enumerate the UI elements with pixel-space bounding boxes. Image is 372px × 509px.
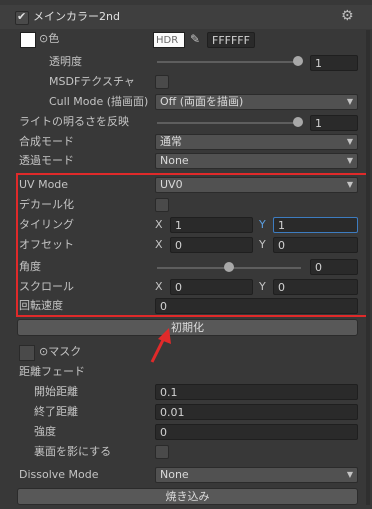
chevron-down-icon: ▼ <box>346 180 353 189</box>
light-slider-handle[interactable] <box>293 117 303 127</box>
scroll-x-label: X <box>155 280 163 293</box>
tiling-y-label: Y <box>259 218 266 231</box>
light-slider-track[interactable] <box>157 122 298 124</box>
rotation-label: 回転速度 <box>19 299 63 312</box>
uv-mode-dropdown[interactable]: UV0 ▼ <box>155 177 358 193</box>
scroll-y-field[interactable]: 0 <box>273 279 358 295</box>
opacity-label: 透明度 <box>49 55 82 68</box>
strength-field[interactable]: 0 <box>155 424 358 440</box>
backface-label: 裏面を影にする <box>34 445 112 458</box>
msdf-label: MSDFテクスチャ <box>49 75 135 88</box>
scroll-y-label: Y <box>259 280 266 293</box>
distance-fade-label: 距離フェード <box>19 365 85 378</box>
mask-texture-icon[interactable] <box>19 345 35 361</box>
opacity-slider-track[interactable] <box>157 61 298 63</box>
gear-icon[interactable]: ⚙ <box>341 8 354 24</box>
offset-x-label: X <box>155 238 163 251</box>
dissolve-mode-value: None <box>160 468 189 481</box>
cull-mode-value: Off (両面を描画) <box>160 95 244 108</box>
color-label: ⊙色 <box>39 32 60 45</box>
main-color-2nd-toggle[interactable] <box>15 10 29 25</box>
chevron-down-icon: ▼ <box>346 137 353 146</box>
angle-label: 角度 <box>19 260 41 273</box>
scroll-label: スクロール <box>19 280 74 293</box>
opacity-slider-handle[interactable] <box>293 56 303 66</box>
transparent-mode-value: None <box>160 154 189 167</box>
bake-button[interactable]: 焼き込み <box>17 488 358 505</box>
decal-label: デカール化 <box>19 198 74 211</box>
arrow-annotation-icon <box>150 328 171 363</box>
offset-x-field[interactable]: 0 <box>170 237 253 253</box>
offset-y-field[interactable]: 0 <box>273 237 358 253</box>
scroll-x-field[interactable]: 0 <box>170 279 253 295</box>
eyedropper-icon[interactable]: ✎ <box>190 32 200 46</box>
offset-label: オフセット <box>19 238 74 251</box>
opacity-field[interactable]: 1 <box>310 55 358 71</box>
fade-start-label: 開始距離 <box>34 385 78 398</box>
reset-button[interactable]: 初期化 <box>17 319 358 336</box>
angle-field[interactable]: 0 <box>310 259 358 275</box>
mask-label: ⊙マスク <box>39 345 82 358</box>
cull-mode-dropdown[interactable]: Off (両面を描画) ▼ <box>155 94 358 110</box>
tiling-label: タイリング <box>19 218 74 231</box>
backface-checkbox[interactable] <box>155 445 169 459</box>
rotation-field[interactable]: 0 <box>155 298 358 314</box>
dissolve-mode-dropdown[interactable]: None ▼ <box>155 467 358 483</box>
transparent-label: 透過モード <box>19 154 74 167</box>
uv-mode-label: UV Mode <box>19 178 69 191</box>
tiling-x-label: X <box>155 218 163 231</box>
chevron-down-icon: ▼ <box>346 470 353 479</box>
section-title: メインカラー2nd <box>33 10 120 23</box>
scrollbar[interactable] <box>366 30 370 505</box>
color-swatch-icon[interactable] <box>20 32 36 48</box>
fade-end-field[interactable]: 0.01 <box>155 404 358 420</box>
light-label: ライトの明るさを反映 <box>19 115 129 128</box>
transparent-mode-dropdown[interactable]: None ▼ <box>155 153 358 169</box>
hex-field[interactable]: FFFFFF <box>207 32 255 48</box>
light-field[interactable]: 1 <box>310 115 358 131</box>
decal-checkbox[interactable] <box>155 198 169 212</box>
msdf-checkbox[interactable] <box>155 75 169 89</box>
blend-mode-value: 通常 <box>160 135 182 148</box>
blend-label: 合成モード <box>19 135 74 148</box>
angle-slider-handle[interactable] <box>224 262 234 272</box>
strength-label: 強度 <box>34 425 56 438</box>
tiling-y-field[interactable]: 1 <box>273 217 358 233</box>
uv-mode-value: UV0 <box>160 178 183 191</box>
fade-end-label: 終了距離 <box>34 405 78 418</box>
cull-label: Cull Mode (描画面) <box>49 95 149 108</box>
chevron-down-icon: ▼ <box>346 156 353 165</box>
tiling-x-field[interactable]: 1 <box>170 217 253 233</box>
dissolve-label: Dissolve Mode <box>19 468 99 481</box>
hdr-color-field[interactable]: HDR <box>153 32 185 48</box>
chevron-down-icon: ▼ <box>346 97 353 106</box>
blend-mode-dropdown[interactable]: 通常 ▼ <box>155 134 358 150</box>
fade-start-field[interactable]: 0.1 <box>155 384 358 400</box>
offset-y-label: Y <box>259 238 266 251</box>
